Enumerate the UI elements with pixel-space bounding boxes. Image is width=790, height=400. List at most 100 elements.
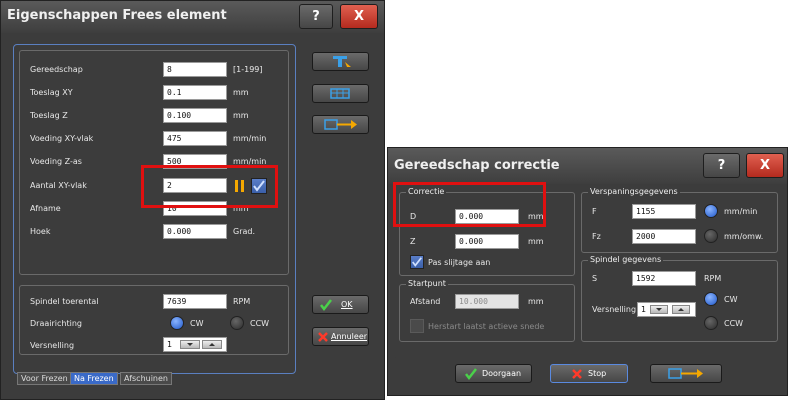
draairichting-label: Draairichting bbox=[30, 319, 82, 328]
herstart-checkbox[interactable] bbox=[410, 319, 424, 333]
spindel-unit: RPM bbox=[233, 297, 251, 306]
toeslag-xy-label: Toeslag XY bbox=[30, 88, 73, 97]
voeding-xy-unit: mm/min bbox=[233, 134, 267, 143]
versnelling-label-2: Versnelling bbox=[592, 305, 637, 314]
gereedschap-label: Gereedschap bbox=[30, 65, 83, 74]
tool-select-button[interactable] bbox=[312, 52, 369, 71]
spin-up-button-2[interactable] bbox=[672, 305, 690, 314]
table-button[interactable] bbox=[312, 84, 369, 103]
s-label: S bbox=[592, 274, 598, 283]
versnelling-label: Versnelling bbox=[30, 341, 75, 350]
mm-omw-label: mm/omw. bbox=[724, 232, 764, 241]
cw-radio-2[interactable] bbox=[704, 292, 718, 306]
close-button-2[interactable]: X bbox=[746, 153, 784, 178]
verspaning-title: Verspaningsgegevens bbox=[588, 187, 680, 197]
ccw-label: CCW bbox=[250, 319, 270, 328]
pas-slijtage-checkbox[interactable] bbox=[410, 255, 424, 269]
toeslag-z-label: Toeslag Z bbox=[30, 111, 68, 120]
dialog-title: Eigenschappen Frees element bbox=[7, 8, 227, 23]
cw-radio[interactable] bbox=[170, 316, 184, 330]
ok-button[interactable]: OK bbox=[312, 295, 369, 314]
hoek-unit: Grad. bbox=[233, 227, 256, 236]
afstand-label: Afstand bbox=[410, 297, 441, 306]
annuleer-label: Annuleer bbox=[331, 332, 368, 341]
ccw-radio[interactable] bbox=[230, 316, 244, 330]
cw-label-2: CW bbox=[724, 295, 738, 304]
mm-min-label: mm/min bbox=[724, 207, 758, 216]
voeding-xy-label: Voeding XY-vlak bbox=[30, 134, 94, 143]
transfer-icon-2 bbox=[668, 368, 703, 379]
versnelling-spinner-2[interactable]: 1 bbox=[637, 302, 696, 317]
highlight-box-2 bbox=[393, 182, 546, 227]
spin-down-button-2[interactable] bbox=[650, 305, 668, 314]
transfer-button[interactable] bbox=[312, 115, 369, 134]
voeding-z-label: Voeding Z-as bbox=[30, 157, 82, 166]
hoek-label: Hoek bbox=[30, 227, 51, 236]
check-icon bbox=[320, 299, 332, 312]
cw-label: CW bbox=[190, 319, 204, 328]
verspaning-group: Verspaningsgegevens F 1155 mm/min Fz 200… bbox=[581, 187, 778, 253]
transfer-icon bbox=[324, 119, 357, 130]
tab-afschuinen[interactable]: Afschuinen bbox=[120, 372, 172, 385]
ccw-radio-2[interactable] bbox=[704, 316, 718, 330]
spindle-group: Spindel toerental 7639 RPM Draairichting… bbox=[19, 285, 289, 355]
transfer-button-2[interactable] bbox=[650, 364, 722, 383]
spindel-gegevens-title: Spindel gegevens bbox=[588, 255, 664, 265]
toeslag-xy-input[interactable]: 0.1 bbox=[163, 85, 227, 100]
doorgaan-label: Doorgaan bbox=[482, 369, 522, 378]
f-input[interactable]: 1155 bbox=[632, 204, 696, 219]
help-button-2[interactable]: ? bbox=[703, 153, 740, 178]
gereedschap-input[interactable]: 8 bbox=[163, 62, 227, 77]
versnelling-spinner[interactable]: 1 bbox=[163, 337, 227, 352]
s-unit: RPM bbox=[704, 274, 722, 283]
spin-up-button[interactable] bbox=[202, 340, 222, 349]
cancel-icon-2 bbox=[572, 369, 582, 379]
check-icon-2 bbox=[465, 368, 477, 381]
versnelling-value-2: 1 bbox=[641, 305, 647, 314]
afstand-unit: mm bbox=[528, 297, 544, 306]
spindel-gegevens-group: Spindel gegevens S 1592 RPM Versnelling … bbox=[581, 255, 778, 342]
z-input[interactable]: 0.000 bbox=[455, 234, 519, 249]
spin-down-button[interactable] bbox=[180, 340, 200, 349]
doorgaan-button[interactable]: Doorgaan bbox=[455, 364, 532, 383]
ok-label: OK bbox=[341, 300, 353, 309]
highlight-box bbox=[141, 165, 278, 208]
z-label: Z bbox=[410, 237, 416, 246]
startpunt-group: Startpunt Afstand 10.000 mm Herstart laa… bbox=[399, 279, 575, 342]
stop-button[interactable]: Stop bbox=[550, 364, 628, 383]
voeding-xy-input[interactable]: 475 bbox=[163, 131, 227, 146]
ccw-label-2: CCW bbox=[724, 319, 744, 328]
pas-slijtage-label: Pas slijtage aan bbox=[428, 258, 491, 267]
annuleer-button[interactable]: Annuleer bbox=[312, 327, 369, 346]
help-button[interactable]: ? bbox=[299, 4, 333, 29]
parameters-group: Gereedschap 8 [1-199] Toeslag XY 0.1 mm … bbox=[19, 50, 289, 275]
dialog-title-2: Gereedschap correctie bbox=[394, 158, 560, 173]
afstand-input[interactable]: 10.000 bbox=[455, 294, 519, 309]
toeslag-xy-unit: mm bbox=[233, 88, 249, 97]
herstart-label: Herstart laatst actieve snede bbox=[428, 322, 545, 331]
fz-input[interactable]: 2000 bbox=[632, 229, 696, 244]
tab-na-frezen[interactable]: Na Frezen bbox=[70, 372, 118, 385]
mm-omw-radio[interactable] bbox=[704, 229, 718, 243]
mm-min-radio[interactable] bbox=[704, 204, 718, 218]
startpunt-title: Startpunt bbox=[406, 279, 448, 289]
main-panel: Gereedschap 8 [1-199] Toeslag XY 0.1 mm … bbox=[13, 44, 296, 374]
spindel-input[interactable]: 7639 bbox=[163, 294, 227, 309]
tool-correction-dialog: Gereedschap correctie ? X Correctie D 0.… bbox=[387, 147, 788, 396]
z-unit: mm bbox=[528, 237, 544, 246]
afname-label: Afname bbox=[30, 204, 61, 213]
toeslag-z-input[interactable]: 0.100 bbox=[163, 108, 227, 123]
table-icon bbox=[330, 88, 350, 99]
s-input[interactable]: 1592 bbox=[632, 271, 696, 286]
close-button[interactable]: X bbox=[340, 4, 378, 29]
title-bar[interactable]: Eigenschappen Frees element ? X bbox=[1, 1, 384, 33]
aantal-xy-label: Aantal XY-vlak bbox=[30, 181, 87, 190]
tool-icon bbox=[333, 56, 351, 67]
hoek-input[interactable]: 0.000 bbox=[163, 224, 227, 239]
spindel-label: Spindel toerental bbox=[30, 297, 99, 306]
f-label: F bbox=[592, 207, 597, 216]
toeslag-z-unit: mm bbox=[233, 111, 249, 120]
stop-label: Stop bbox=[588, 369, 607, 378]
tab-voor-frezen[interactable]: Voor Frezen bbox=[17, 372, 72, 385]
title-bar-2[interactable]: Gereedschap correctie ? X bbox=[388, 148, 787, 184]
